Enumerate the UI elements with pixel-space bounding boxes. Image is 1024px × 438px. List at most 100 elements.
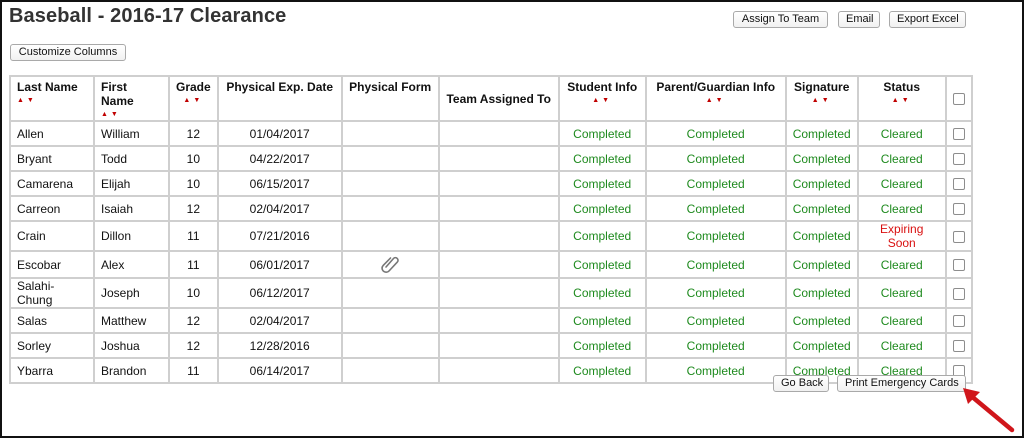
cell-physical-exp-date: 02/04/2017 [216,195,343,222]
header-student-info[interactable]: Student Info ▲▼ [557,75,647,122]
page-title: Baseball - 2016-17 Clearance [9,5,287,27]
sort-arrows-icon[interactable]: ▲▼ [176,96,211,106]
cell-team-assigned [437,220,560,252]
sort-arrows-icon[interactable]: ▲▼ [101,110,162,120]
cell-parent-info: Completed [644,250,787,279]
row-checkbox[interactable] [952,203,965,216]
header-label: Student Info [567,80,638,94]
cell-last-name: Carreon [9,195,95,222]
sort-arrows-icon[interactable]: ▲▼ [793,96,851,106]
sort-arrows-icon[interactable]: ▲▼ [653,96,779,106]
header-signature[interactable]: Signature ▲▼ [784,75,859,122]
cell-last-name: Sorley [9,332,95,359]
row-checkbox[interactable] [952,287,965,300]
cell-grade: 11 [168,357,219,384]
cell-team-assigned [437,170,560,197]
select-all-checkbox[interactable] [952,93,965,106]
row-checkbox[interactable] [952,153,965,166]
cell-physical-form [340,277,440,309]
header-last-name[interactable]: Last Name ▲▼ [9,75,95,122]
cell-first-name: Elijah [93,170,170,197]
header-status[interactable]: Status ▲▼ [856,75,947,122]
row-checkbox[interactable] [952,128,965,141]
table-row: Allen William 12 01/04/2017 Completed Complet… [9,120,973,147]
row-checkbox[interactable] [952,315,965,328]
cell-parent-info: Completed [644,145,787,172]
row-checkbox[interactable] [952,230,965,243]
sort-arrows-icon[interactable]: ▲▼ [865,96,939,106]
row-checkbox[interactable] [952,259,965,272]
cell-team-assigned [437,250,560,279]
cell-physical-form [340,307,440,334]
cell-first-name: Todd [93,145,170,172]
cell-signature: Completed [784,277,859,309]
cell-team-assigned [437,357,560,384]
cell-grade: 11 [168,220,219,252]
cell-select [944,307,973,334]
email-button[interactable]: Email [838,11,880,28]
cell-signature: Completed [784,332,859,359]
cell-last-name: Allen [9,120,95,147]
go-back-button[interactable]: Go Back [773,375,829,392]
header-label: Signature [794,80,850,94]
table-header-row: Last Name ▲▼ First Name ▲▼ Grade ▲▼ Physica… [9,75,973,122]
cell-student-info: Completed [557,277,647,309]
sort-arrows-icon[interactable]: ▲▼ [566,96,639,106]
cell-status: Cleared [856,307,947,334]
cell-student-info: Completed [557,220,647,252]
header-grade[interactable]: Grade ▲▼ [168,75,219,122]
cell-team-assigned [437,120,560,147]
cell-physical-form [340,145,440,172]
cell-status: Cleared [856,145,947,172]
cell-student-info: Completed [557,170,647,197]
assign-to-team-button[interactable]: Assign To Team [733,11,828,28]
cell-status: Expiring Soon [856,220,947,252]
cell-signature: Completed [784,145,859,172]
table-row: Sorley Joshua 12 12/28/2016 Completed Complet… [9,332,973,359]
row-checkbox[interactable] [952,178,965,191]
cell-select [944,220,973,252]
cell-select [944,250,973,279]
header-parent-info[interactable]: Parent/Guardian Info ▲▼ [644,75,787,122]
cell-first-name: Joseph [93,277,170,309]
cell-first-name: Alex [93,250,170,279]
cell-parent-info: Completed [644,307,787,334]
header-label: Physical Exp. Date [226,80,334,94]
customize-columns-button[interactable]: Customize Columns [10,44,126,61]
cell-status: Cleared [856,120,947,147]
cell-student-info: Completed [557,307,647,334]
header-label: Status [883,80,921,94]
cell-first-name: Dillon [93,220,170,252]
cell-first-name: Brandon [93,357,170,384]
cell-first-name: William [93,120,170,147]
export-excel-button[interactable]: Export Excel [889,11,966,28]
row-checkbox[interactable] [952,340,965,353]
cell-select [944,277,973,309]
header-team-assigned: Team Assigned To [437,75,560,122]
cell-grade: 12 [168,195,219,222]
cell-grade: 12 [168,332,219,359]
header-label: Team Assigned To [446,91,551,106]
cell-physical-exp-date: 06/01/2017 [216,250,343,279]
cell-select [944,120,973,147]
header-first-name[interactable]: First Name ▲▼ [93,75,170,122]
table-row: Crain Dillon 11 07/21/2016 Completed Complete… [9,220,973,252]
cell-select [944,332,973,359]
cell-parent-info: Completed [644,195,787,222]
header-select-all [944,75,973,122]
cell-grade: 10 [168,277,219,309]
cell-first-name: Joshua [93,332,170,359]
sort-arrows-icon[interactable]: ▲▼ [17,96,87,106]
cell-last-name: Salahi-Chung [9,277,95,309]
cell-student-info: Completed [557,120,647,147]
cell-status: Cleared [856,170,947,197]
cell-signature: Completed [784,250,859,279]
cell-team-assigned [437,145,560,172]
cell-physical-exp-date: 06/15/2017 [216,170,343,197]
cell-last-name: Escobar [9,250,95,279]
cell-student-info: Completed [557,250,647,279]
paperclip-icon[interactable] [379,252,401,277]
cell-team-assigned [437,332,560,359]
print-emergency-cards-button[interactable]: Print Emergency Cards [837,375,966,392]
cell-physical-form [340,357,440,384]
